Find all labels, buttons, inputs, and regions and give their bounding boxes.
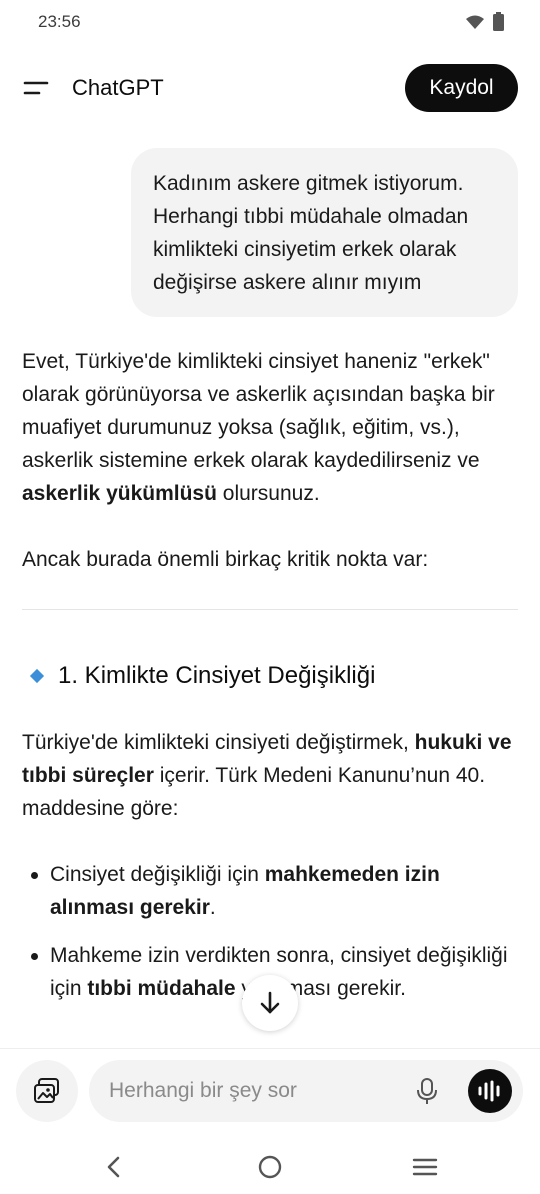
recents-button[interactable] (410, 1152, 440, 1182)
scroll-to-bottom-button[interactable] (242, 975, 298, 1031)
list-item: Cinsiyet değişikliği için mahkemeden izi… (22, 858, 522, 924)
composer (0, 1048, 540, 1138)
signup-button[interactable]: Kaydol (405, 64, 518, 112)
diamond-icon (29, 668, 45, 684)
system-nav-bar (0, 1138, 540, 1194)
status-icons (465, 12, 504, 36)
microphone-button[interactable] (411, 1075, 443, 1107)
menu-button[interactable] (20, 72, 52, 104)
section-heading: 1. Kimlikte Cinsiyet Değişikliği (22, 658, 522, 694)
reply-paragraph: Ancak burada önemli birkaç kritik nokta … (22, 548, 429, 571)
wifi-icon (465, 14, 485, 35)
voice-waveform-icon (478, 1080, 500, 1102)
app-title: ChatGPT (72, 75, 164, 100)
home-button[interactable] (255, 1152, 285, 1182)
image-gallery-icon (34, 1078, 59, 1103)
reply-paragraph: Evet, Türkiye'de kimlikteki cinsiyet han… (22, 350, 495, 505)
battery-icon (493, 12, 504, 36)
arrow-down-icon (260, 991, 280, 1014)
back-icon (107, 1156, 120, 1178)
back-button[interactable] (99, 1152, 129, 1182)
app-header: ChatGPT Kaydol (0, 60, 540, 116)
microphone-icon (417, 1078, 437, 1104)
attach-button[interactable] (16, 1060, 78, 1122)
reply-paragraph: Türkiye'de kimlikteki cinsiyeti değiştir… (22, 731, 512, 820)
divider (22, 609, 518, 610)
prompt-input-container (89, 1060, 523, 1122)
prompt-input[interactable] (109, 1060, 399, 1122)
home-icon (258, 1155, 282, 1179)
menu-icon (23, 81, 49, 95)
chat-thread[interactable]: Kadınım askere gitmek istiyorum. Herhang… (0, 148, 540, 1048)
assistant-reply: Evet, Türkiye'de kimlikteki cinsiyet han… (22, 345, 522, 1020)
status-time: 23:56 (38, 12, 81, 31)
user-message: Kadınım askere gitmek istiyorum. Herhang… (131, 148, 518, 317)
voice-mode-button[interactable] (468, 1069, 512, 1113)
recents-icon (412, 1158, 438, 1176)
status-bar: 23:56 (0, 0, 540, 44)
